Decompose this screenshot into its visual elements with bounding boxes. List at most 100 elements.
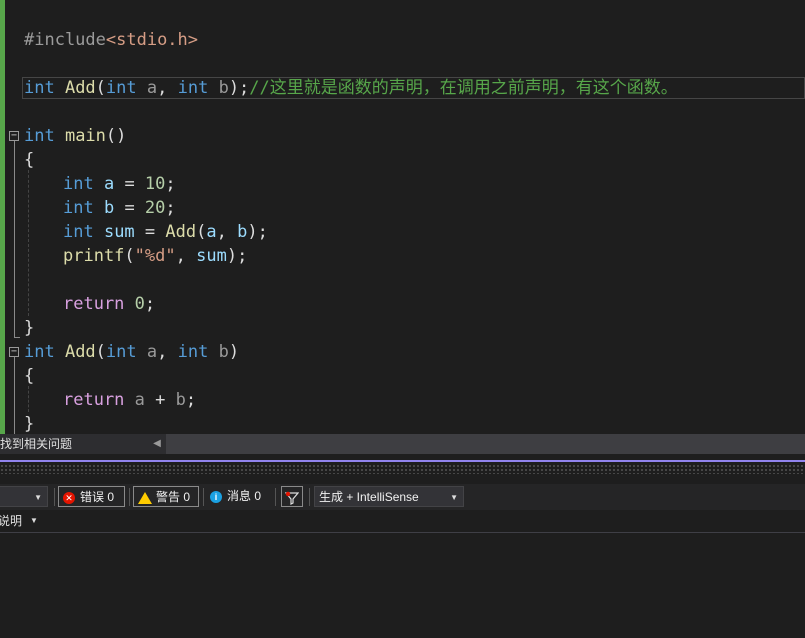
code-text: { <box>24 148 34 172</box>
fold-guide-line <box>14 141 15 337</box>
toolbar-separator <box>309 488 310 506</box>
code-token: + <box>144 390 176 410</box>
code-token: ( <box>95 78 106 98</box>
chevron-down-icon: ▼ <box>450 493 458 502</box>
chevron-down-icon: ▼ <box>34 493 42 502</box>
code-token: ) <box>228 342 240 362</box>
code-line[interactable]: int sum = Add(a, b); <box>0 220 805 244</box>
code-token: int <box>105 342 137 362</box>
code-token: return <box>63 390 125 410</box>
code-token: int <box>63 174 94 194</box>
editor-status-bar: 未找到相关问题 ◀ <box>0 434 805 454</box>
code-line[interactable]: return a + b; <box>0 388 805 412</box>
code-token: printf <box>63 246 125 266</box>
code-token: ( <box>196 222 207 242</box>
error-list-panel: ▼ ✕ 错误 0 警告 0 i 消息 0 生成 + IntelliSense ▼ 说… <box>0 462 805 638</box>
toolbar-separator <box>54 488 55 506</box>
code-token: a <box>136 78 158 98</box>
fold-end-marker <box>14 337 20 338</box>
filter-button[interactable] <box>281 486 303 507</box>
code-line[interactable]: int a = 10; <box>0 172 805 196</box>
code-token: , <box>157 78 178 98</box>
code-token: b <box>208 342 229 362</box>
code-text: return 0; <box>63 292 155 316</box>
messages-filter-button[interactable]: i 消息 0 <box>210 486 272 507</box>
scope-dropdown[interactable]: ▼ <box>0 486 48 507</box>
code-text: int sum = Add(a, b); <box>63 220 268 244</box>
code-token: int <box>24 78 55 98</box>
code-line[interactable]: { <box>0 148 805 172</box>
code-text: int main() <box>24 124 126 148</box>
indent-guide <box>28 170 29 316</box>
code-text: int Add(int a, int b) <box>24 340 239 364</box>
code-text: } <box>24 412 34 434</box>
code-token: a <box>206 222 217 242</box>
code-token: 20 <box>144 198 166 218</box>
code-token: ); <box>247 222 268 242</box>
code-line[interactable]: int Add(int a, int b) <box>0 340 805 364</box>
sort-dropdown-icon[interactable]: ▼ <box>30 510 38 532</box>
fold-guide-line <box>14 357 15 434</box>
messages-label: 消息 0 <box>227 489 262 503</box>
code-token: a <box>136 342 158 362</box>
code-line[interactable]: int main() <box>0 124 805 148</box>
code-token: , <box>216 222 238 242</box>
code-line[interactable]: return 0; <box>0 292 805 316</box>
code-token: Add <box>54 342 96 362</box>
issues-status-text[interactable]: 未找到相关问题 <box>0 434 72 454</box>
code-token: a <box>124 390 145 410</box>
code-token: int <box>105 78 137 98</box>
code-token: ); <box>228 78 250 98</box>
code-token: ; <box>165 174 176 194</box>
horizontal-scrollbar[interactable] <box>166 434 805 454</box>
build-source-value: 生成 + IntelliSense <box>319 490 419 504</box>
code-line[interactable]: int Add(int a, int b);//这里就是函数的声明，在调用之前声… <box>0 76 805 100</box>
toolbar-separator <box>203 488 204 506</box>
description-column-header[interactable]: 说明 <box>0 510 22 532</box>
warnings-filter-button[interactable]: 警告 0 <box>133 486 199 507</box>
code-token: sum <box>196 246 227 266</box>
code-token: } <box>24 414 35 434</box>
code-token: //这里就是函数的声明，在调用之前声明，有这个函数。 <box>249 78 678 98</box>
code-token: b <box>93 198 115 218</box>
code-token: 10 <box>144 174 166 194</box>
code-text: return a + b; <box>63 388 196 412</box>
code-token: , <box>175 246 197 266</box>
filter-icon <box>284 491 300 505</box>
code-token: = <box>114 174 145 194</box>
code-token: return <box>63 294 125 314</box>
code-token: = <box>114 198 145 218</box>
code-line[interactable]: int b = 20; <box>0 196 805 220</box>
code-line[interactable]: #include<stdio.h> <box>0 28 805 52</box>
code-line[interactable]: { <box>0 364 805 388</box>
panel-grip[interactable] <box>0 464 805 474</box>
toolbar-separator <box>129 488 130 506</box>
code-line[interactable]: } <box>0 316 805 340</box>
code-text: } <box>24 316 34 340</box>
build-source-dropdown[interactable]: 生成 + IntelliSense ▼ <box>314 486 464 507</box>
collapse-icon[interactable]: − <box>9 131 19 141</box>
column-header-row: 说明 ▼ <box>0 510 805 533</box>
code-line[interactable]: printf("%d", sum); <box>0 244 805 268</box>
code-token: ; <box>165 198 176 218</box>
code-token: "%d" <box>134 246 176 266</box>
code-token: b <box>237 222 248 242</box>
code-token: int <box>63 198 94 218</box>
collapse-icon[interactable]: − <box>9 347 19 357</box>
code-token: ( <box>124 246 135 266</box>
code-line[interactable]: } <box>0 412 805 434</box>
chevron-left-icon[interactable]: ◀ <box>150 434 164 454</box>
code-token: Add <box>165 222 197 242</box>
code-text: #include<stdio.h> <box>24 28 198 52</box>
code-token: ); <box>226 246 248 266</box>
indent-guide <box>28 386 29 412</box>
warnings-label: 警告 0 <box>156 490 191 504</box>
code-token: int <box>177 342 209 362</box>
errors-label: 错误 0 <box>80 490 115 504</box>
code-token: int <box>24 342 55 362</box>
code-editor[interactable]: #include<stdio.h> int Add(int a, int b);… <box>0 0 805 434</box>
code-token: Add <box>54 78 96 98</box>
code-token: a <box>93 174 115 194</box>
code-token: int <box>63 222 94 242</box>
errors-filter-button[interactable]: ✕ 错误 0 <box>58 486 125 507</box>
